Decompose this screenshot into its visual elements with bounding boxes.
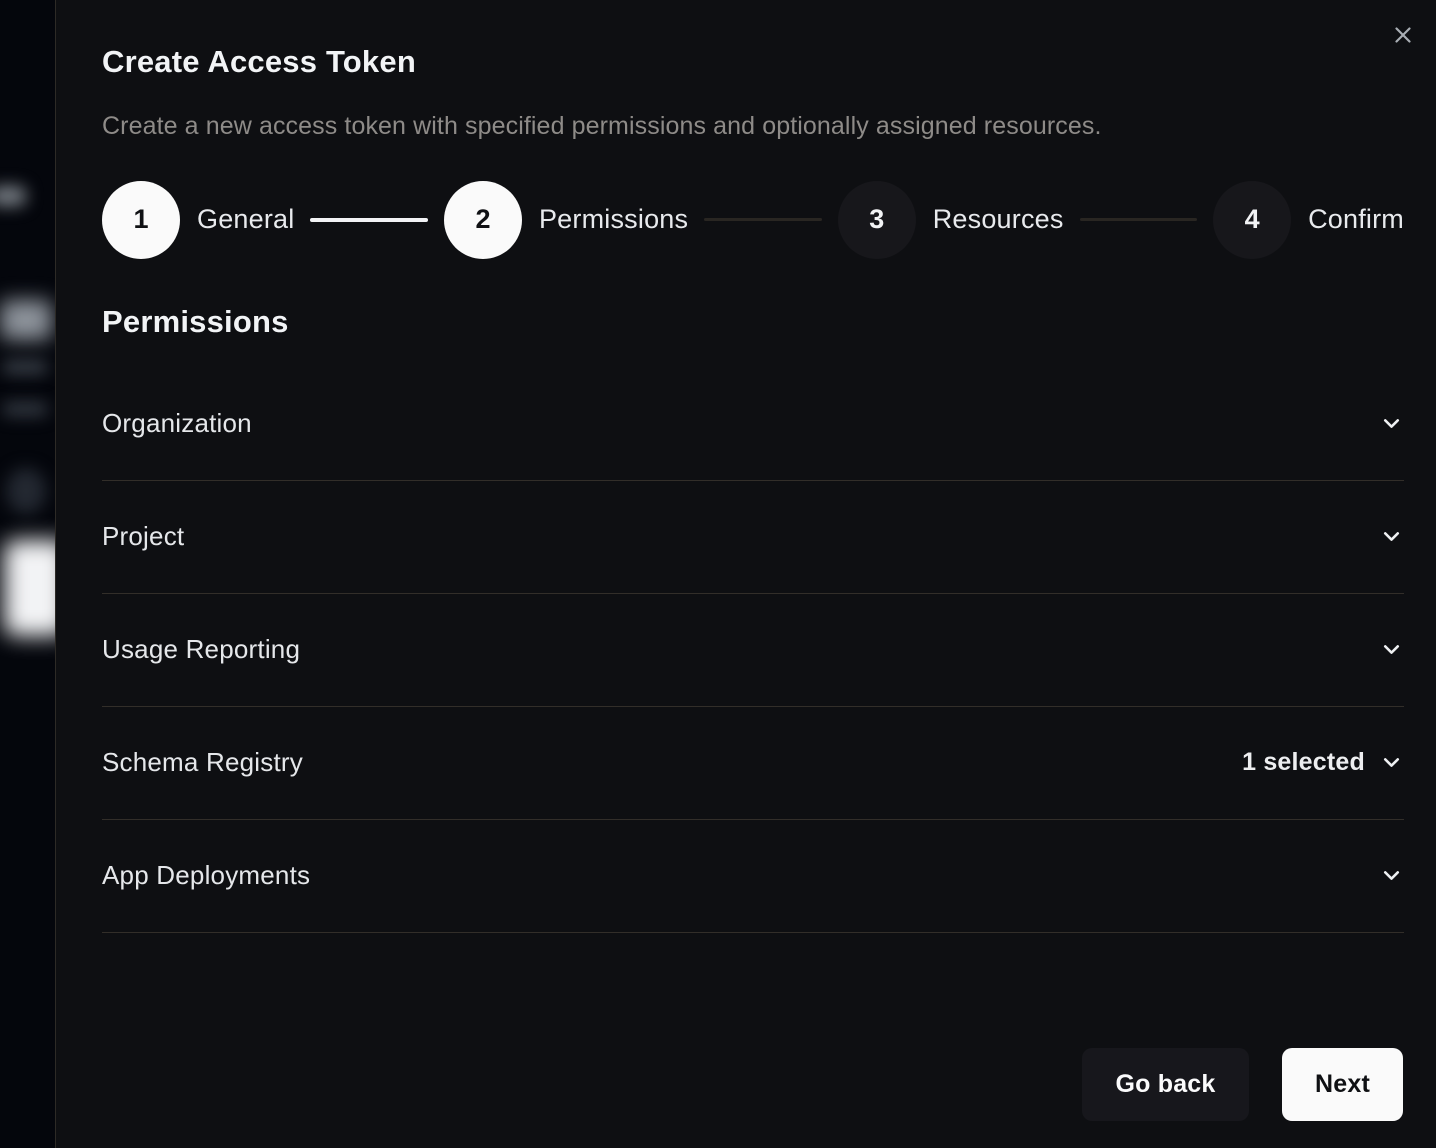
background-blur-shape <box>4 540 56 636</box>
permissions-accordion: Organization Project Usage Reporting <box>102 368 1404 933</box>
background-blur-shape <box>6 468 46 514</box>
step-connector <box>310 218 428 222</box>
background-blur-shape <box>2 402 48 416</box>
modal-subtitle: Create a new access token with specified… <box>102 112 1404 141</box>
accordion-row-label: Usage Reporting <box>102 634 300 665</box>
chevron-down-icon <box>1379 411 1404 436</box>
chevron-down-icon <box>1379 750 1404 775</box>
step-connector <box>1080 218 1198 221</box>
accordion-row-label: Schema Registry <box>102 747 303 778</box>
step-label: Permissions <box>539 204 688 235</box>
create-access-token-modal: Create Access Token Create a new access … <box>55 0 1436 1148</box>
section-heading: Permissions <box>102 304 1404 340</box>
step-label: Resources <box>933 204 1064 235</box>
accordion-row-label: Project <box>102 521 184 552</box>
accordion-row-app-deployments[interactable]: App Deployments <box>102 820 1404 933</box>
step-label: Confirm <box>1308 204 1404 235</box>
background-blur-shape <box>2 360 48 374</box>
step-connector <box>704 218 822 221</box>
step-number: 4 <box>1213 181 1291 259</box>
background-blur-shape <box>0 300 52 340</box>
step-permissions[interactable]: 2 Permissions <box>444 181 688 259</box>
accordion-row-project[interactable]: Project <box>102 481 1404 594</box>
step-number: 3 <box>838 181 916 259</box>
step-confirm[interactable]: 4 Confirm <box>1213 181 1404 259</box>
background-blur-shape <box>0 186 26 206</box>
chevron-down-icon <box>1379 637 1404 662</box>
chevron-down-icon <box>1379 863 1404 888</box>
step-label: General <box>197 204 294 235</box>
accordion-row-organization[interactable]: Organization <box>102 368 1404 481</box>
page-title: Create Access Token <box>102 44 1404 80</box>
step-number: 1 <box>102 181 180 259</box>
go-back-button[interactable]: Go back <box>1082 1048 1249 1121</box>
step-number: 2 <box>444 181 522 259</box>
close-icon[interactable] <box>1387 19 1419 51</box>
accordion-row-label: Organization <box>102 408 252 439</box>
selected-count-badge: 1 selected <box>1242 748 1365 777</box>
accordion-row-schema-registry[interactable]: Schema Registry 1 selected <box>102 707 1404 820</box>
chevron-down-icon <box>1379 524 1404 549</box>
stepper: 1 General 2 Permissions 3 Resources 4 Co… <box>102 181 1404 259</box>
accordion-row-label: App Deployments <box>102 860 310 891</box>
background-page <box>0 0 56 1148</box>
step-resources[interactable]: 3 Resources <box>838 181 1064 259</box>
next-button[interactable]: Next <box>1282 1048 1403 1121</box>
accordion-row-usage-reporting[interactable]: Usage Reporting <box>102 594 1404 707</box>
step-general[interactable]: 1 General <box>102 181 294 259</box>
modal-footer: Go back Next <box>1082 1048 1403 1121</box>
